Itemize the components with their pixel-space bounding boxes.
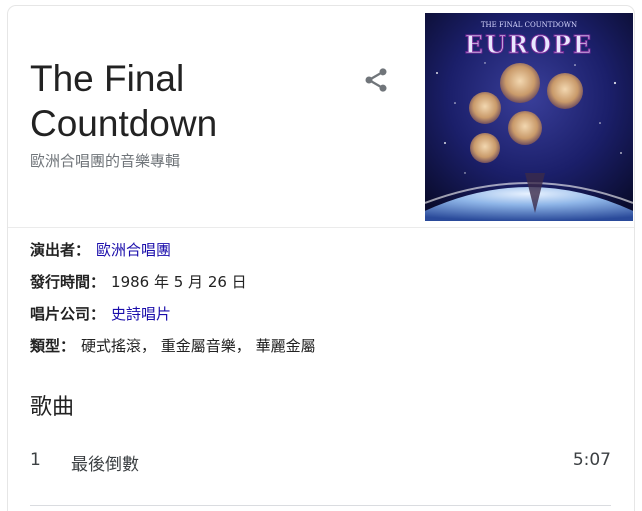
- knowledge-panel: The Final Countdown 歐洲合唱團的音樂專輯 THE FINAL…: [8, 6, 634, 511]
- label-link[interactable]: 史詩唱片: [111, 305, 171, 323]
- release-date-value: 1986 年 5 月 26 日: [111, 273, 247, 291]
- cover-small-text: THE FINAL COUNTDOWN: [481, 21, 577, 29]
- album-subtitle: 歐洲合唱團的音樂專輯: [30, 152, 181, 170]
- share-icon: [365, 68, 387, 92]
- header-divider: [8, 227, 634, 228]
- title-block: The Final Countdown 歐洲合唱團的音樂專輯: [30, 56, 330, 171]
- fact-key: 唱片公司: [30, 305, 91, 323]
- fact-separator: ：: [60, 337, 76, 355]
- album-cover-art: THE FINAL COUNTDOWN EUROPE: [425, 13, 633, 221]
- fact-artist: 演出者： 歐洲合唱團: [30, 234, 590, 266]
- songs-heading: 歌曲: [30, 395, 75, 420]
- track-row[interactable]: 1 最後倒數 5:07: [30, 446, 611, 478]
- track-divider: [30, 505, 611, 506]
- fact-key: 類型: [30, 337, 61, 355]
- album-title: The Final Countdown: [30, 56, 330, 146]
- album-title-line1: The Final: [30, 58, 185, 99]
- album-facts: 演出者： 歐洲合唱團 發行時間： 1986 年 5 月 26 日 唱片公司： 史詩唱片…: [30, 234, 590, 362]
- fact-label: 唱片公司： 史詩唱片: [30, 298, 590, 330]
- fact-key: 演出者: [30, 241, 76, 259]
- cover-logo-text: EUROPE: [465, 30, 593, 59]
- track-duration: 5:07: [572, 450, 611, 470]
- fact-separator: ：: [90, 273, 106, 291]
- fact-separator: ：: [90, 305, 106, 323]
- fact-separator: ：: [75, 241, 91, 259]
- fact-key: 發行時間: [30, 273, 91, 291]
- fact-release-date: 發行時間： 1986 年 5 月 26 日: [30, 266, 590, 298]
- album-cover[interactable]: THE FINAL COUNTDOWN EUROPE: [425, 13, 633, 221]
- artist-link[interactable]: 歐洲合唱團: [96, 241, 171, 259]
- track-name: 最後倒數: [71, 455, 139, 475]
- genre-value: 硬式搖滾， 重金屬音樂， 華麗金屬: [81, 337, 316, 355]
- track-number: 1: [30, 450, 41, 470]
- share-button[interactable]: [360, 64, 392, 96]
- album-title-line2: Countdown: [30, 103, 218, 144]
- fact-genre: 類型： 硬式搖滾， 重金屬音樂， 華麗金屬: [30, 330, 590, 362]
